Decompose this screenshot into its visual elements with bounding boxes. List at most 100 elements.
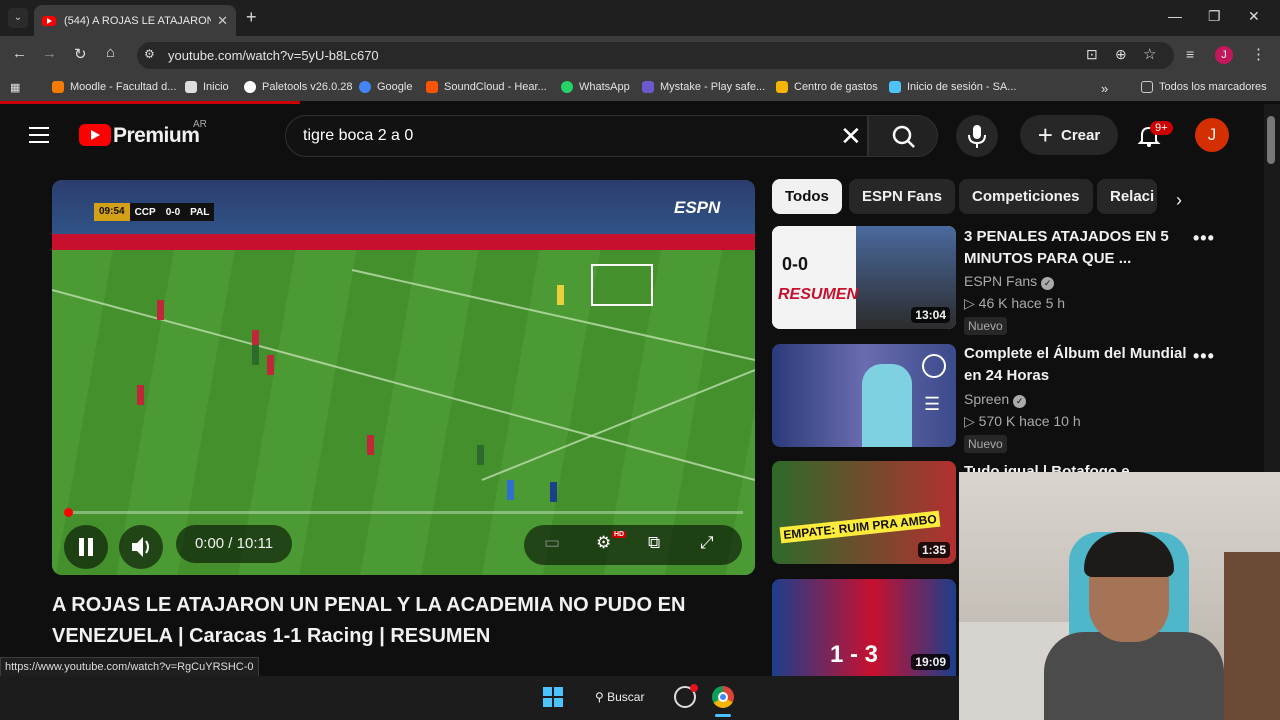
bookmark-moodle[interactable]: Moodle - Facultad d... [52,81,176,93]
volume-icon [132,537,149,557]
zoom-icon[interactable]: ⊕ [1115,46,1127,63]
bookmark-whatsapp[interactable]: WhatsApp [561,81,630,93]
match-score: 0-0 [165,206,181,218]
chip-espn-fans[interactable]: ESPN Fans [849,179,956,214]
more-options-icon[interactable]: ••• [1193,228,1215,249]
paletools-icon [244,81,256,93]
chevron-right-icon[interactable]: › [1176,190,1182,211]
pause-button[interactable] [64,525,108,569]
video-duration: 19:09 [911,654,950,670]
verified-icon: ✓ [1013,395,1027,408]
moodle-icon [52,81,64,93]
bookmark-mystake[interactable]: Mystake - Play safe... [642,81,765,93]
related-thumbnail[interactable]: 0-0 RESUMEN 13:04 [772,226,956,329]
chip-competiciones[interactable]: Competiciones [959,179,1093,214]
bookmark-star-icon[interactable]: ☆ [1143,45,1156,63]
create-button[interactable]: + Crear [1020,115,1118,155]
more-bookmarks-icon[interactable]: » [1101,81,1108,96]
scrollbar-thumb[interactable] [1267,116,1275,164]
search-button[interactable] [868,115,938,157]
related-title[interactable]: Complete el Álbum del Mundial en 24 Hora… [964,343,1189,387]
whatsapp-icon [561,81,573,93]
match-clock: 09:54 [94,203,130,221]
progress-bar[interactable] [64,508,743,517]
related-title[interactable]: 3 PENALES ATAJADOS EN 5 MINUTOS PARA QUE… [964,226,1189,270]
bookmark-inicio-sesion[interactable]: Inicio de sesión - SA... [889,81,1016,93]
shelf-graphic [1224,552,1280,720]
pause-icon [79,538,93,556]
video-duration: 13:04 [911,307,950,323]
related-title[interactable]: Tudo igual | Botafogo e [964,461,1189,472]
search-input[interactable]: tigre boca 2 a 0 [303,127,413,145]
clear-search-icon[interactable]: ✕ [840,121,862,152]
windows-taskbar [0,676,959,720]
page-icon [185,81,197,93]
chip-todos[interactable]: Todos [772,179,842,214]
minimize-icon[interactable]: — [1168,8,1182,24]
reload-icon[interactable]: ↻ [74,45,87,63]
link-status-bar: https://www.youtube.com/watch?v=RgCuYRSH… [0,657,259,677]
site-info-icon[interactable]: ⚙ [144,47,155,61]
fullscreen-icon[interactable]: ⤢ [700,533,714,553]
windows-start-icon[interactable] [543,687,563,707]
youtube-premium-logo[interactable]: Premium [113,124,200,148]
hd-badge: HD [612,531,627,538]
maximize-icon[interactable]: ❐ [1208,8,1221,25]
media-control-icon[interactable]: ≡ [1186,46,1194,62]
channel-name[interactable]: Spreen ✓ [964,391,1027,408]
menu-icon[interactable] [29,127,49,148]
folder-icon [776,81,788,93]
google-icon [359,81,371,93]
voice-search-button[interactable] [956,115,998,157]
close-window-icon[interactable]: ✕ [1248,8,1260,25]
chip-relacionados[interactable]: Relaci [1097,179,1157,214]
home-icon[interactable]: ⌂ [106,44,115,61]
login-icon [889,81,901,93]
more-options-icon[interactable]: ••• [1193,346,1215,367]
bookmark-soundcloud[interactable]: SoundCloud - Hear... [426,81,547,93]
related-thumbnail[interactable]: 1 - 3 19:09 [772,579,956,676]
close-tab-icon[interactable]: ✕ [217,13,228,29]
related-thumbnail[interactable]: EMPATE: RUIM PRA AMBO 1:35 [772,461,956,564]
scrubber-handle[interactable] [64,508,73,517]
bookmark-centro-gastos[interactable]: Centro de gastos [776,81,878,93]
player-right-controls: ▭ ⚙ HD ⧉ ⤢ [524,525,742,565]
theater-mode-icon[interactable]: ⧉ [648,533,660,553]
account-avatar[interactable]: J [1195,118,1229,152]
mystake-icon [642,81,654,93]
apps-grid-icon[interactable]: ▦ [10,81,20,94]
chrome-icon[interactable] [712,686,734,708]
volume-button[interactable] [119,525,163,569]
settings-gear-icon[interactable]: ⚙ [596,533,611,553]
verified-icon: ✓ [1041,277,1055,290]
related-thumbnail[interactable]: ☰ [772,344,956,447]
forward-icon[interactable]: → [42,45,57,62]
youtube-logo-icon[interactable] [79,124,111,146]
video-duration: 1:35 [917,542,950,558]
bookmark-paletools[interactable]: Paletools v26.0.28 [244,81,353,93]
bookmark-inicio[interactable]: Inicio [185,81,229,93]
all-bookmarks-folder[interactable]: Todos los marcadores [1141,81,1267,93]
tab-search-button[interactable]: ⌄ [8,8,28,28]
new-badge: Nuevo [964,435,1007,453]
video-meta: ▷ 570 K hace 10 h [964,413,1081,429]
install-app-icon[interactable]: ⊡ [1086,46,1098,63]
new-tab-button[interactable]: + [246,7,257,28]
thumb-score: 0-0 [782,254,809,274]
notification-dot [690,684,698,692]
browser-menu-icon[interactable]: ⋮ [1251,45,1266,63]
taskbar-search[interactable]: ⚲ Buscar [595,690,644,704]
new-badge: Nuevo [964,317,1007,335]
bookmark-google[interactable]: Google [359,81,412,93]
views-icon: ▷ [964,413,979,429]
subtitles-icon[interactable]: ▭ [544,533,560,553]
soundcloud-icon [426,81,438,93]
video-player[interactable]: 09:54 CCP 0-0 PAL ESPN 0:00 / 10:11 ▭ ⚙ … [52,180,755,575]
watch-later-icon[interactable] [922,354,946,378]
add-to-queue-icon[interactable]: ☰ [924,394,940,415]
browser-tab[interactable]: (544) A ROJAS LE ATAJARON U ✕ [34,5,236,36]
back-icon[interactable]: ← [12,45,27,62]
active-app-indicator [715,714,731,717]
channel-name[interactable]: ESPN Fans ✓ [964,273,1055,290]
profile-avatar-icon[interactable]: J [1215,46,1233,64]
